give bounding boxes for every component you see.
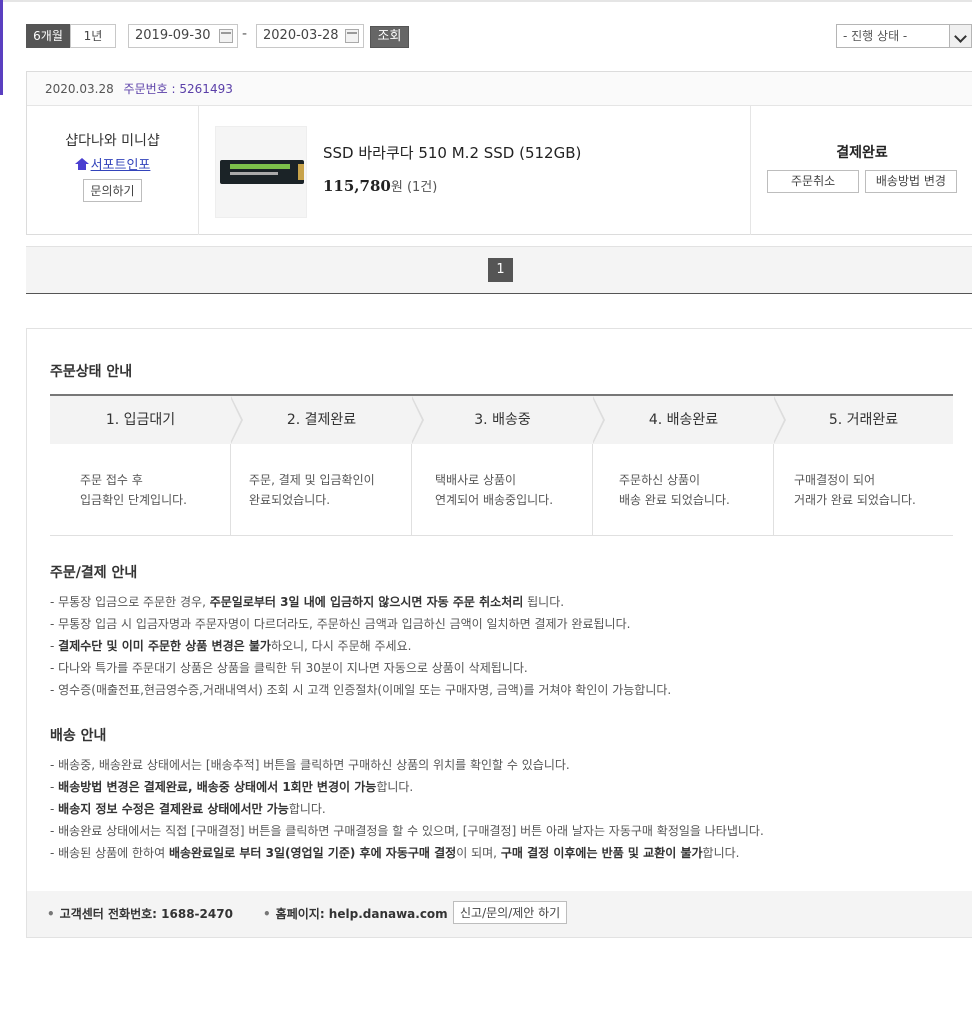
list-item: - 배송중, 배송완료 상태에서는 [배송추적] 버튼을 클릭하면 구매하신 상… bbox=[50, 758, 570, 772]
period-6m-button[interactable]: 6개월 bbox=[26, 24, 70, 48]
step-desc: 입금확인 단계입니다. bbox=[80, 493, 187, 507]
period-1y-button[interactable]: 1년 bbox=[70, 24, 116, 48]
order-header: 2020.03.28 주문번호 : 5261493 bbox=[27, 72, 972, 106]
step-title: 3. 배송중 bbox=[474, 412, 531, 428]
date-from-value: 2019-09-30 bbox=[135, 28, 211, 43]
filter-bar: 6개월 1년 2019-09-30 - 2020-03-28 조회 - 진행 상… bbox=[26, 24, 972, 50]
list-item: - 영수증(매출전표,현금영수증,거래내역서) 조회 시 고객 인증절차(이메일… bbox=[50, 683, 672, 697]
order-number-label: 주문번호 : bbox=[123, 82, 176, 96]
status-select-value: - 진행 상태 - bbox=[843, 29, 908, 43]
shop-name: 샵다나와 미니샵 bbox=[65, 133, 160, 149]
list-item: - 배송지 정보 수정은 결제완료 상태에서만 가능합니다. bbox=[50, 802, 326, 816]
report-button[interactable]: 신고/문의/제안 하기 bbox=[453, 901, 568, 924]
order-status: 결제완료 bbox=[836, 145, 888, 161]
date-to-value: 2020-03-28 bbox=[263, 28, 339, 43]
help-homepage: 홈페이지: help.danawa.com bbox=[263, 905, 448, 922]
delivery-guide-title: 배송 안내 bbox=[50, 728, 107, 744]
product-qty: (1건) bbox=[406, 180, 438, 195]
date-from-field[interactable]: 2019-09-30 bbox=[128, 24, 238, 48]
shop-support-link[interactable]: 서포트인포 bbox=[27, 154, 198, 173]
status-select[interactable]: - 진행 상태 - bbox=[836, 24, 972, 48]
price-unit: 원 bbox=[390, 180, 403, 195]
step-title: 2. 결제완료 bbox=[286, 412, 357, 428]
step-title: 1. 입금대기 bbox=[105, 412, 176, 428]
home-icon bbox=[74, 158, 89, 170]
list-item: - 무통장 입금으로 주문한 경우, 주문일로부터 3일 내에 입금하지 않으시… bbox=[50, 595, 565, 609]
step-desc: 거래가 완료 되었습니다. bbox=[794, 493, 916, 507]
step-desc: 구매결정이 되어 bbox=[794, 473, 876, 487]
step-desc: 택배사로 상품이 bbox=[435, 473, 517, 487]
step-4: 4. 배송완료 주문하신 상품이배송 완료 되었습니다. bbox=[593, 396, 786, 536]
calendar-icon[interactable] bbox=[345, 29, 359, 43]
step-desc: 배송 완료 되었습니다. bbox=[619, 493, 730, 507]
payment-guide-list: - 무통장 입금으로 주문한 경우, 주문일로부터 3일 내에 입금하지 않으시… bbox=[50, 591, 671, 701]
product-price: 115,780 bbox=[323, 177, 391, 195]
payment-guide-title: 주문/결제 안내 bbox=[50, 565, 138, 581]
step-desc: 주문 접수 후 bbox=[80, 473, 143, 487]
top-border bbox=[0, 0, 972, 2]
order-guide: 주문상태 안내 1. 입금대기 주문 접수 후입금확인 단계입니다. 2. 결제… bbox=[26, 328, 972, 938]
calendar-icon[interactable] bbox=[219, 29, 233, 43]
help-footer: 고객센터 전화번호: 1688-2470 홈페이지: help.danawa.c… bbox=[27, 891, 972, 937]
product-price-line: 115,780원 (1건) bbox=[323, 176, 437, 195]
step-5: 5. 거래완료 구매결정이 되어거래가 완료 되었습니다. bbox=[774, 396, 953, 536]
pagination: 1 bbox=[26, 246, 972, 294]
help-phone: 고객센터 전화번호: 1688-2470 bbox=[47, 905, 233, 922]
chevron-down-icon[interactable] bbox=[949, 25, 971, 47]
list-item: - 결제수단 및 이미 주문한 상품 변경은 불가하오니, 다시 주문해 주세요… bbox=[50, 639, 412, 653]
guide-title: 주문상태 안내 bbox=[50, 364, 133, 380]
step-desc: 주문하신 상품이 bbox=[619, 473, 701, 487]
page-number-current[interactable]: 1 bbox=[488, 258, 513, 282]
delivery-guide-list: - 배송중, 배송완료 상태에서는 [배송추적] 버튼을 클릭하면 구매하신 상… bbox=[50, 754, 764, 864]
product-column: SSD 바라쿠다 510 M.2 SSD (512GB) 115,780원 (1… bbox=[199, 106, 751, 235]
cancel-order-button[interactable]: 주문취소 bbox=[767, 170, 860, 193]
date-to-field[interactable]: 2020-03-28 bbox=[256, 24, 364, 48]
status-column: 결제완료 주문취소 배송방법 변경 bbox=[751, 106, 972, 235]
list-item: - 다나와 특가를 주문대기 상품은 상품을 클릭한 뒤 30분이 지나면 자동… bbox=[50, 661, 528, 675]
search-button[interactable]: 조회 bbox=[370, 26, 409, 48]
status-steps: 1. 입금대기 주문 접수 후입금확인 단계입니다. 2. 결제완료 주문, 결… bbox=[50, 394, 953, 536]
step-desc: 주문, 결제 및 입금확인이 bbox=[249, 473, 375, 487]
ssd-image bbox=[220, 160, 304, 184]
step-2: 2. 결제완료 주문, 결제 및 입금확인이완료되었습니다. bbox=[231, 396, 424, 536]
list-item: - 배송된 상품에 한하여 배송완료일로 부터 3일(영업일 기준) 후에 자동… bbox=[50, 846, 740, 860]
list-item: - 배송완료 상태에서는 직접 [구매결정] 버튼을 클릭하면 구매결정을 할 … bbox=[50, 824, 764, 838]
step-3: 3. 배송중 택배사로 상품이연계되어 배송중입니다. bbox=[412, 396, 605, 536]
order-date: 2020.03.28 bbox=[45, 82, 114, 96]
change-shipping-button[interactable]: 배송방법 변경 bbox=[864, 170, 957, 193]
step-title: 5. 거래완료 bbox=[828, 412, 899, 428]
shop-column: 샵다나와 미니샵 서포트인포 문의하기 bbox=[27, 106, 199, 235]
shop-support-link-label: 서포트인포 bbox=[90, 158, 151, 173]
step-desc: 연계되어 배송중입니다. bbox=[435, 493, 554, 507]
step-title: 4. 배송완료 bbox=[648, 412, 719, 428]
list-item: - 무통장 입금 시 입금자명과 주문자명이 다르더라도, 주문하신 금액과 입… bbox=[50, 617, 631, 631]
product-name[interactable]: SSD 바라쿠다 510 M.2 SSD (512GB) bbox=[323, 142, 581, 163]
step-1: 1. 입금대기 주문 접수 후입금확인 단계입니다. bbox=[50, 396, 243, 536]
order-card: 2020.03.28 주문번호 : 5261493 샵다나와 미니샵 서포트인포… bbox=[26, 71, 972, 235]
list-item: - 배송방법 변경은 결제완료, 배송중 상태에서 1회만 변경이 가능합니다. bbox=[50, 780, 414, 794]
product-thumbnail[interactable] bbox=[215, 126, 307, 218]
left-accent-bar bbox=[0, 0, 3, 95]
order-number: 5261493 bbox=[179, 82, 233, 96]
date-separator: - bbox=[242, 26, 248, 42]
ask-button[interactable]: 문의하기 bbox=[83, 179, 142, 202]
status-actions: 주문취소 배송방법 변경 bbox=[751, 170, 972, 193]
step-desc: 완료되었습니다. bbox=[249, 493, 331, 507]
